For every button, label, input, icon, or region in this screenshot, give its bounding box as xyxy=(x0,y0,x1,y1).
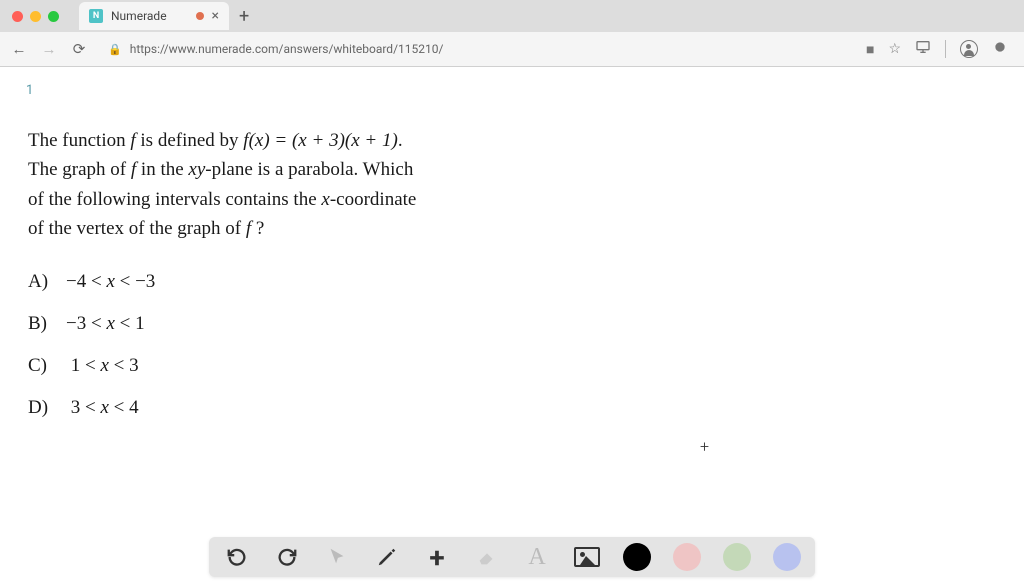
option-a: A) −4 < x < −3 xyxy=(28,264,612,300)
maximize-window-button[interactable] xyxy=(48,11,59,22)
color-black[interactable] xyxy=(623,543,651,571)
lock-icon: 🔒 xyxy=(108,43,122,56)
tab-title: Numerade xyxy=(111,9,188,23)
option-label: C) xyxy=(28,348,52,384)
color-green[interactable] xyxy=(723,543,751,571)
pointer-tool[interactable] xyxy=(323,543,351,571)
tab-favicon: N xyxy=(89,9,103,23)
cursor-crosshair: + xyxy=(700,437,709,456)
profile-icon[interactable] xyxy=(960,40,978,58)
image-icon xyxy=(574,547,600,567)
toolbar-right: ■ ☆ xyxy=(866,39,1016,59)
address-bar: ← → ⟳ 🔒 https://www.numerade.com/answers… xyxy=(0,32,1024,66)
tab-bar: N Numerade × + xyxy=(0,0,1024,32)
browser-tab[interactable]: N Numerade × xyxy=(79,2,229,30)
option-b: B) −3 < x < 1 xyxy=(28,306,612,342)
pencil-tool[interactable] xyxy=(373,543,401,571)
tab-audio-indicator[interactable] xyxy=(196,12,204,20)
option-label: B) xyxy=(28,306,52,342)
text-tool[interactable]: A xyxy=(523,543,551,571)
page-content: 1 The function f is defined by f(x) = (x… xyxy=(0,67,1024,585)
add-tool[interactable]: + xyxy=(423,543,451,571)
close-window-button[interactable] xyxy=(12,11,23,22)
eraser-tool[interactable] xyxy=(473,543,501,571)
browser-chrome: N Numerade × + ← → ⟳ 🔒 https://www.numer… xyxy=(0,0,1024,67)
options-list: A) −4 < x < −3 B) −3 < x < 1 C) 1 < x < … xyxy=(28,264,612,426)
option-c: C) 1 < x < 3 xyxy=(28,348,612,384)
url-input[interactable]: 🔒 https://www.numerade.com/answers/white… xyxy=(98,42,858,56)
option-d: D) 3 < x < 4 xyxy=(28,390,612,426)
bookmark-icon[interactable]: ☆ xyxy=(888,41,901,57)
settings-icon[interactable] xyxy=(992,39,1008,59)
cast-icon[interactable] xyxy=(915,39,931,59)
image-tool[interactable] xyxy=(573,543,601,571)
back-button[interactable]: ← xyxy=(8,40,30,58)
window-controls xyxy=(8,11,69,22)
option-label: D) xyxy=(28,390,52,426)
minimize-window-button[interactable] xyxy=(30,11,41,22)
whiteboard-toolbar: + A xyxy=(209,537,815,577)
undo-button[interactable] xyxy=(223,543,251,571)
color-blue[interactable] xyxy=(773,543,801,571)
question-text: The function f is defined by f(x) = (x +… xyxy=(28,126,612,244)
tab-close-button[interactable]: × xyxy=(212,9,219,23)
color-pink[interactable] xyxy=(673,543,701,571)
new-tab-button[interactable]: + xyxy=(229,6,259,27)
page-number-tab[interactable]: 1 xyxy=(14,77,45,106)
video-icon[interactable]: ■ xyxy=(866,41,874,58)
redo-button[interactable] xyxy=(273,543,301,571)
reload-button[interactable]: ⟳ xyxy=(68,40,90,58)
divider xyxy=(945,40,946,58)
option-label: A) xyxy=(28,264,52,300)
question-area: The function f is defined by f(x) = (x +… xyxy=(0,106,640,452)
url-text: https://www.numerade.com/answers/whitebo… xyxy=(130,42,444,56)
forward-button[interactable]: → xyxy=(38,40,60,58)
